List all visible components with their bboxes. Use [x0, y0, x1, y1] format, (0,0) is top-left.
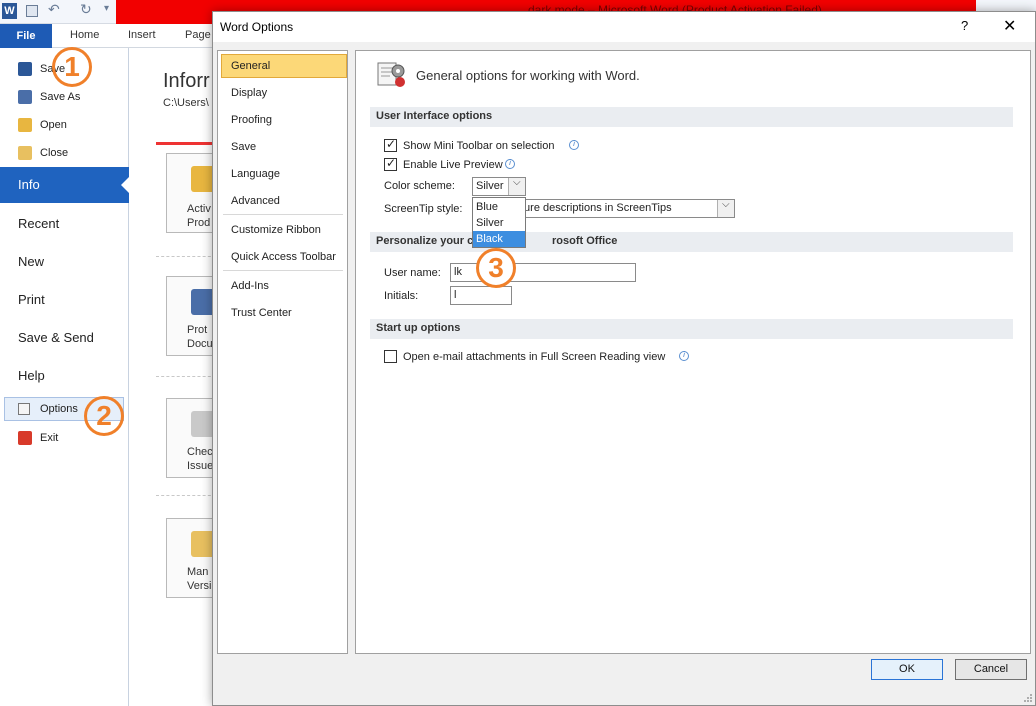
backstage-save-as[interactable]: Save As: [0, 88, 129, 108]
nav-general[interactable]: General: [231, 60, 270, 72]
backstage-print[interactable]: Print: [18, 292, 45, 307]
color-option-silver[interactable]: Silver: [473, 215, 525, 231]
file-tab[interactable]: File: [0, 24, 52, 48]
undo-icon[interactable]: ↶: [48, 1, 60, 18]
personalize-header: Personalize your co rosoft Office: [370, 232, 1013, 252]
initials-field[interactable]: l: [450, 286, 512, 305]
save-as-icon: [18, 90, 32, 104]
check-issues-card[interactable]: Check Issue: [166, 398, 218, 478]
screentip-label: ScreenTip style:: [384, 203, 463, 215]
word-options-dialog: Word Options ? ✕ General Display Proofin…: [212, 11, 1036, 706]
info-heading: Inforr: [163, 70, 210, 92]
divider: [156, 495, 216, 496]
info-icon: i: [569, 140, 579, 150]
options-icon: [18, 403, 30, 415]
startup-options-header: Start up options: [370, 319, 1013, 339]
options-nav: General Display Proofing Save Language A…: [217, 50, 348, 654]
nav-advanced[interactable]: Advanced: [231, 195, 280, 207]
activation-warning-bar: [156, 142, 216, 145]
color-scheme-dropdown: Blue Silver Black: [472, 197, 526, 248]
backstage-nav: Save Save As Open Close Recent New Print…: [0, 48, 129, 706]
divider: [156, 376, 216, 377]
general-options-icon: [377, 62, 405, 87]
nav-quick-access-toolbar[interactable]: Quick Access Toolbar: [231, 251, 336, 263]
document-path: C:\Users\: [163, 97, 209, 109]
tab-home[interactable]: Home: [70, 29, 99, 41]
backstage-help[interactable]: Help: [18, 368, 45, 383]
ok-button[interactable]: OK: [871, 659, 943, 680]
protect-document-card[interactable]: Prot Docum: [166, 276, 222, 356]
tab-insert[interactable]: Insert: [128, 29, 156, 41]
save-qat-icon[interactable]: [26, 5, 38, 17]
backstage-save-send[interactable]: Save & Send: [18, 330, 94, 345]
close-button[interactable]: ✕: [1003, 16, 1016, 36]
nav-add-ins[interactable]: Add-Ins: [231, 280, 269, 292]
nav-display[interactable]: Display: [231, 87, 267, 99]
dialog-title: Word Options: [220, 20, 294, 34]
backstage-info[interactable]: Info: [0, 167, 129, 203]
chevron-down-icon[interactable]: ⌵: [717, 199, 734, 217]
close-folder-icon: [18, 146, 32, 160]
nav-customize-ribbon[interactable]: Customize Ribbon: [231, 224, 321, 236]
activate-product-card[interactable]: Activ Prod: [166, 153, 216, 233]
live-preview-checkbox[interactable]: ✓: [384, 156, 397, 171]
color-option-blue[interactable]: Blue: [473, 199, 525, 215]
nav-save[interactable]: Save: [231, 141, 256, 153]
live-preview-label: Enable Live Preview: [403, 159, 503, 171]
save-icon: [18, 62, 32, 76]
nav-language[interactable]: Language: [231, 168, 280, 180]
color-scheme-select[interactable]: Silver ⌵: [472, 177, 526, 196]
step-1-annotation: 1: [52, 47, 92, 87]
help-button[interactable]: ?: [961, 18, 968, 33]
tab-page[interactable]: Page: [185, 29, 211, 41]
general-heading: General options for working with Word.: [416, 68, 640, 83]
mini-toolbar-label: Show Mini Toolbar on selection: [403, 140, 555, 152]
nav-trust-center[interactable]: Trust Center: [231, 307, 292, 319]
step-2-annotation: 2: [84, 396, 124, 436]
exit-icon: [18, 431, 32, 445]
customize-qat-icon[interactable]: ▾: [104, 3, 109, 14]
divider: [156, 256, 216, 257]
cancel-button[interactable]: Cancel: [955, 659, 1027, 680]
nav-divider: [223, 270, 343, 271]
color-option-black[interactable]: Black: [473, 231, 525, 247]
initials-label: Initials:: [384, 290, 419, 302]
nav-divider: [223, 214, 343, 215]
info-icon: i: [679, 351, 689, 361]
options-content: General options for working with Word. U…: [355, 50, 1031, 654]
chevron-down-icon[interactable]: ⌵: [508, 177, 525, 195]
nav-proofing[interactable]: Proofing: [231, 114, 272, 126]
backstage-open[interactable]: Open: [0, 116, 129, 136]
open-folder-icon: [18, 118, 32, 132]
resize-grip-icon[interactable]: [1023, 693, 1033, 703]
word-app-icon[interactable]: W: [2, 3, 17, 19]
backstage-close[interactable]: Close: [0, 144, 129, 164]
info-icon: i: [505, 159, 515, 169]
color-scheme-label: Color scheme:: [384, 180, 455, 192]
backstage-new[interactable]: New: [18, 254, 44, 269]
mini-toolbar-checkbox[interactable]: ✓: [384, 137, 397, 152]
dialog-title-bar: Word Options ? ✕: [213, 12, 1035, 42]
backstage-info-pane: [130, 48, 220, 706]
redo-icon[interactable]: ↻: [80, 1, 92, 18]
backstage-recent[interactable]: Recent: [18, 216, 59, 231]
open-attachments-checkbox[interactable]: [384, 350, 397, 363]
selected-arrow-icon: [121, 177, 129, 193]
open-attachments-label: Open e-mail attachments in Full Screen R…: [403, 351, 666, 363]
user-name-label: User name:: [384, 267, 441, 279]
manage-versions-card[interactable]: Man Versi: [166, 518, 216, 598]
ui-options-header: User Interface options: [370, 107, 1013, 127]
step-3-annotation: 3: [476, 248, 516, 288]
